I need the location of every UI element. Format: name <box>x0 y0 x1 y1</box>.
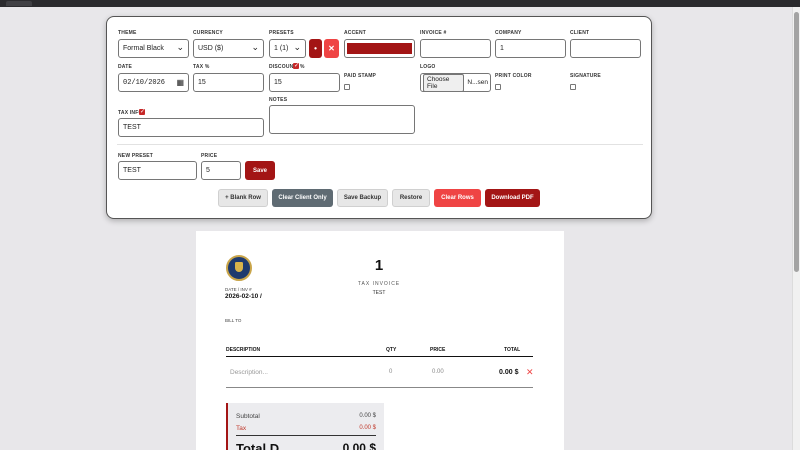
total-value: 0.00 $ <box>342 441 376 450</box>
price-input[interactable]: 5 <box>201 161 241 180</box>
table-row-rule <box>226 387 533 388</box>
signature-checkbox[interactable] <box>570 84 576 90</box>
row-qty[interactable]: 0 <box>389 369 392 375</box>
date-value: 02/10/2026 <box>123 78 166 87</box>
tax-label: TAX % <box>193 64 210 70</box>
panel-divider <box>117 144 643 145</box>
print-color-checkbox[interactable] <box>495 84 501 90</box>
column-total: TOTAL <box>504 347 521 353</box>
summary-box: Subtotal 0.00 $ Tax 0.00 $ Total D 0.00 … <box>226 403 384 450</box>
blank-row-button[interactable]: + Blank Row <box>218 189 268 207</box>
discount-checkbox[interactable] <box>293 62 299 69</box>
print-color-label: PRINT COLOR <box>495 73 532 79</box>
notes-textarea[interactable] <box>269 105 415 134</box>
browser-top-bar <box>0 0 800 7</box>
bill-to-label: BILL TO <box>225 318 242 323</box>
subtotal-label: Subtotal <box>236 413 260 420</box>
column-price: PRICE <box>430 347 446 353</box>
client-label: CLIENT <box>570 30 590 36</box>
tax-input[interactable]: 15 <box>193 73 264 92</box>
calendar-icon[interactable]: ▦ <box>176 78 184 88</box>
date-invoice-value: 2026-02-10 / <box>225 293 262 300</box>
invoice-preview: DATE / INV # 2026-02-10 / BILL TO 1 TAX … <box>196 231 564 450</box>
paid-stamp-label: PAID STAMP <box>344 73 377 79</box>
invoice-number-label: INVOICE # <box>420 30 447 36</box>
invoice-number-input[interactable] <box>420 39 491 58</box>
discount-input[interactable]: 15 <box>269 73 340 92</box>
date-invoice-label: DATE / INV # <box>225 287 252 292</box>
document-type: TAX INVOICE <box>357 281 401 287</box>
settings-panel: THEME Formal Black CURRENCY USD ($) PRES… <box>106 16 652 219</box>
client-input[interactable] <box>570 39 641 58</box>
row-description-input[interactable]: Description... <box>230 369 268 376</box>
download-pdf-button[interactable]: Download PDF <box>485 189 540 207</box>
presets-label: PRESETS <box>269 30 294 36</box>
save-backup-button[interactable]: Save Backup <box>337 189 388 207</box>
delete-preset-button[interactable]: ✕ <box>324 39 339 58</box>
new-preset-input[interactable]: TEST <box>118 161 197 180</box>
clear-client-button[interactable]: Clear Client Only <box>272 189 333 207</box>
total-label: Total D <box>236 441 280 450</box>
tax-info-input[interactable]: TEST <box>118 118 264 137</box>
logo-file-name: N...sen <box>467 79 488 86</box>
choose-file-button[interactable]: Choose File <box>423 73 465 92</box>
restore-button[interactable]: Restore <box>392 189 430 207</box>
presets-select[interactable]: 1 (1) <box>269 39 306 58</box>
theme-label: THEME <box>118 30 137 36</box>
row-price[interactable]: 0.00 <box>432 369 444 375</box>
paid-stamp-checkbox[interactable] <box>344 84 350 90</box>
company-input[interactable]: 1 <box>495 39 566 58</box>
theme-select[interactable]: Formal Black <box>118 39 189 58</box>
remove-row-icon[interactable]: ✕ <box>526 367 534 378</box>
column-description: DESCRIPTION <box>226 347 261 353</box>
summary-rule <box>236 435 376 436</box>
new-preset-label: NEW PRESET <box>118 153 154 159</box>
save-preset-button[interactable]: Save <box>245 161 275 180</box>
logo-file-input[interactable]: Choose File N...sen <box>420 73 491 92</box>
signature-label: SIGNATURE <box>570 73 601 79</box>
accent-color-swatch <box>347 43 412 54</box>
column-qty: QTY <box>386 347 397 353</box>
tax-row-label: Tax <box>236 425 247 432</box>
price-label: PRICE <box>201 153 218 159</box>
discount-suffix: % <box>300 64 305 70</box>
subtotal-value: 0.00 $ <box>359 413 376 419</box>
currency-select[interactable]: USD ($) <box>193 39 264 58</box>
row-total: 0.00 $ <box>499 369 519 376</box>
clear-rows-button[interactable]: Clear Rows <box>434 189 481 207</box>
accent-label: ACCENT <box>344 30 367 36</box>
company-label: COMPANY <box>495 30 522 36</box>
tax-row-value: 0.00 $ <box>359 425 376 431</box>
page-scrollbar-thumb[interactable] <box>794 12 799 272</box>
apply-preset-button[interactable]: • <box>309 39 322 58</box>
invoice-number: 1 <box>374 257 384 274</box>
table-header-rule <box>226 356 533 357</box>
company-seal-logo <box>226 255 252 281</box>
accent-color-picker[interactable] <box>344 39 415 58</box>
date-label: DATE <box>118 64 133 70</box>
notes-label: NOTES <box>269 97 288 103</box>
invoice-tax-info: TEST <box>372 290 386 296</box>
logo-label: LOGO <box>420 64 436 70</box>
tax-info-checkbox[interactable] <box>139 108 145 115</box>
date-input[interactable]: 02/10/2026 ▦ <box>118 73 189 92</box>
currency-label: CURRENCY <box>193 30 223 36</box>
browser-tab[interactable] <box>6 1 32 6</box>
